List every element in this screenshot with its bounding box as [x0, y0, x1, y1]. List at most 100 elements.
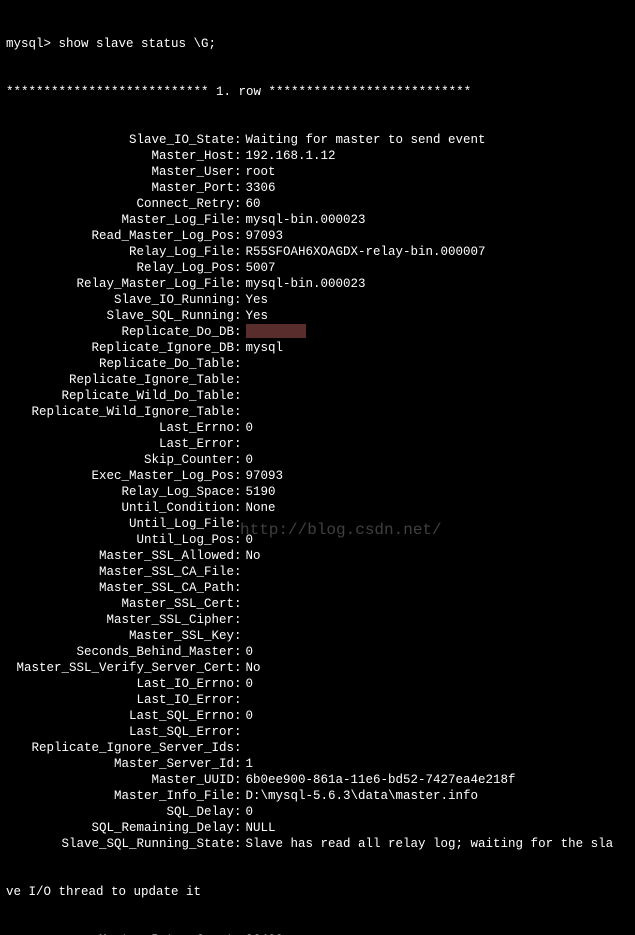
status-row: Master_SSL_Key:: [6, 628, 629, 644]
field-label: Replicate_Ignore_DB: [6, 340, 234, 356]
field-label: Replicate_Do_Table: [6, 356, 234, 372]
field-value: [242, 516, 246, 532]
field-label: Last_IO_Errno: [6, 676, 234, 692]
field-value: 3306: [242, 180, 276, 196]
field-label: Master_Port: [6, 180, 234, 196]
colon: :: [234, 484, 242, 500]
field-label: Master_SSL_CA_File: [6, 564, 234, 580]
status-row: Last_SQL_Error:: [6, 724, 629, 740]
field-label: Replicate_Wild_Do_Table: [6, 388, 234, 404]
colon: :: [234, 132, 242, 148]
colon: :: [234, 308, 242, 324]
colon: :: [234, 468, 242, 484]
field-label: Master_SSL_Cipher: [6, 612, 234, 628]
field-value: 192.168.1.12: [242, 148, 336, 164]
field-label: Exec_Master_Log_Pos: [6, 468, 234, 484]
field-value: 5007: [242, 260, 276, 276]
colon: :: [234, 196, 242, 212]
status-row: Connect_Retry:60: [6, 196, 629, 212]
status-row: Until_Log_Pos:0: [6, 532, 629, 548]
field-label: Replicate_Wild_Ignore_Table: [6, 404, 234, 420]
status-row: Last_SQL_Errno:0: [6, 708, 629, 724]
field-label: Master_SSL_Cert: [6, 596, 234, 612]
field-label: Skip_Counter: [6, 452, 234, 468]
status-row: SQL_Remaining_Delay:NULL: [6, 820, 629, 836]
status-row: Until_Log_File:: [6, 516, 629, 532]
row-separator: *************************** 1. row *****…: [6, 84, 629, 100]
status-row: Seconds_Behind_Master:0: [6, 644, 629, 660]
field-label: Last_Errno: [6, 420, 234, 436]
field-value: 97093: [242, 468, 284, 484]
field-value: [242, 580, 246, 596]
status-row: Relay_Log_File:R55SFOAH6XOAGDX-relay-bin…: [6, 244, 629, 260]
colon: :: [234, 644, 242, 660]
colon: :: [234, 516, 242, 532]
field-label: Master_SSL_Key: [6, 628, 234, 644]
field-value: [242, 404, 246, 420]
status-row: Master_Port:3306: [6, 180, 629, 196]
field-value: Slave has read all relay log; waiting fo…: [242, 836, 614, 852]
field-label: Master_SSL_CA_Path: [6, 580, 234, 596]
field-label: Replicate_Ignore_Table: [6, 372, 234, 388]
colon: :: [234, 532, 242, 548]
field-label: Last_SQL_Error: [6, 724, 234, 740]
field-value: Yes: [242, 308, 269, 324]
colon: :: [234, 660, 242, 676]
colon: :: [234, 276, 242, 292]
colon: :: [234, 692, 242, 708]
status-row: Last_IO_Errno:0: [6, 676, 629, 692]
field-value: No: [242, 660, 261, 676]
field-label: Until_Condition: [6, 500, 234, 516]
field-label: Replicate_Ignore_Server_Ids: [6, 740, 234, 756]
field-label: Relay_Log_Space: [6, 484, 234, 500]
colon: :: [234, 772, 242, 788]
status-row: Master_User:root: [6, 164, 629, 180]
field-value: 0: [242, 532, 254, 548]
field-value: [242, 356, 246, 372]
field-value: Yes: [242, 292, 269, 308]
field-value: 5190: [242, 484, 276, 500]
field-value: 0: [242, 676, 254, 692]
status-row: Master_Server_Id:1: [6, 756, 629, 772]
status-row: Last_Errno:0: [6, 420, 629, 436]
field-label: Relay_Log_File: [6, 244, 234, 260]
colon: :: [234, 804, 242, 820]
field-label: Master_UUID: [6, 772, 234, 788]
field-value: [242, 596, 246, 612]
field-value: [242, 692, 246, 708]
status-row: Until_Condition:None: [6, 500, 629, 516]
colon: :: [234, 388, 242, 404]
colon: :: [234, 500, 242, 516]
colon: :: [234, 596, 242, 612]
field-value: mysql-bin.000023: [242, 212, 366, 228]
colon: :: [234, 548, 242, 564]
colon: :: [234, 452, 242, 468]
field-value: mysql: [242, 340, 284, 356]
field-value: mysql-bin.000023: [242, 276, 366, 292]
field-label: Relay_Master_Log_File: [6, 276, 234, 292]
colon: :: [234, 404, 242, 420]
wrapped-line: ve I/O thread to update it: [6, 884, 629, 900]
field-label: Last_Error: [6, 436, 234, 452]
status-row: Master_UUID:6b0ee900-861a-11e6-bd52-7427…: [6, 772, 629, 788]
field-label: Connect_Retry: [6, 196, 234, 212]
colon: :: [234, 340, 242, 356]
field-label: Last_SQL_Errno: [6, 708, 234, 724]
field-label: Master_SSL_Verify_Server_Cert: [6, 660, 234, 676]
field-value: D:\mysql-5.6.3\data\master.info: [242, 788, 479, 804]
colon: :: [234, 820, 242, 836]
status-row: Slave_IO_Running:Yes: [6, 292, 629, 308]
colon: :: [234, 212, 242, 228]
status-row: Master_SSL_Allowed:No: [6, 548, 629, 564]
colon: :: [234, 356, 242, 372]
field-value: [242, 436, 246, 452]
field-label: SQL_Delay: [6, 804, 234, 820]
colon: :: [234, 708, 242, 724]
status-row: SQL_Delay:0: [6, 804, 629, 820]
field-label: Slave_SQL_Running: [6, 308, 234, 324]
status-row: Master_SSL_Cert:: [6, 596, 629, 612]
status-row: Replicate_Ignore_Table:: [6, 372, 629, 388]
status-row: Slave_SQL_Running_State:Slave has read a…: [6, 836, 629, 852]
status-row: Replicate_Do_DB:: [6, 324, 629, 340]
field-label: Master_User: [6, 164, 234, 180]
